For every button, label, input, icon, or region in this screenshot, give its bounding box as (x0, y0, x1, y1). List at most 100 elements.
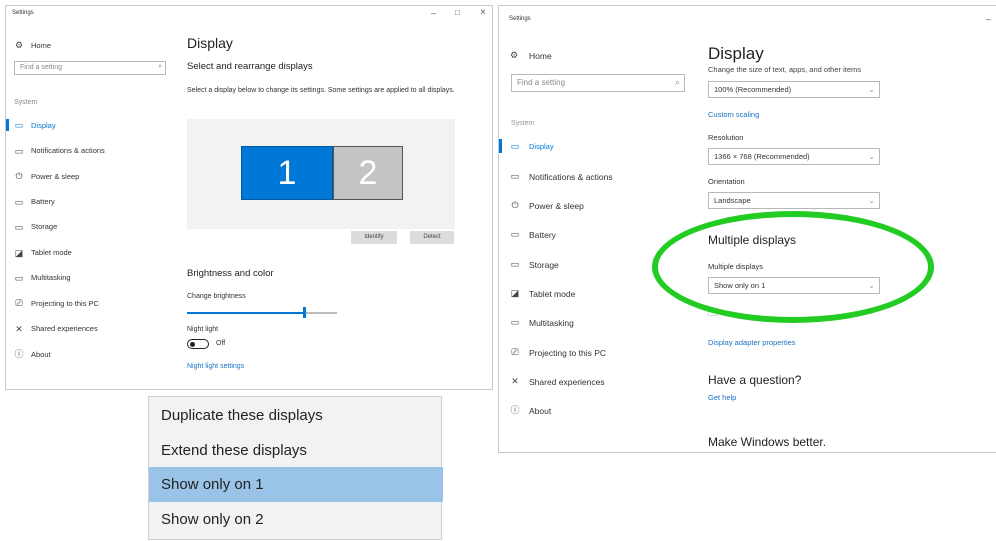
orientation-select[interactable]: Landscape ⌄ (708, 192, 880, 209)
power-icon: ⏻ (15, 171, 23, 181)
resolution-label: Resolution (708, 133, 744, 142)
sidebar-section-label: System (14, 99, 38, 106)
sidebar-item-battery[interactable]: Battery (31, 197, 55, 206)
sidebar-item-notifications[interactable]: Notifications & actions (31, 146, 105, 155)
night-light-label: Night light (187, 326, 219, 333)
sidebar-item-power[interactable]: Power & sleep (31, 172, 79, 181)
brightness-slider[interactable] (187, 307, 337, 318)
search-input[interactable]: Find a setting ⌕ (511, 74, 685, 92)
sidebar-item-about[interactable]: About (529, 406, 551, 416)
shared-icon: ✕ (511, 376, 519, 386)
sidebar-home[interactable]: Home (31, 41, 51, 50)
home-icon: ⚙ (509, 50, 519, 60)
chevron-down-icon: ⌄ (868, 85, 875, 94)
sidebar-item-projecting[interactable]: Projecting to this PC (31, 299, 99, 308)
identify-button[interactable]: Identify (351, 231, 397, 244)
detect-button[interactable]: Detect (410, 231, 454, 244)
sidebar-selection-bar (6, 119, 9, 131)
sidebar-item-shared[interactable]: Shared experiences (31, 324, 98, 333)
power-icon: ⏻ (511, 200, 519, 210)
sidebar-item-projecting[interactable]: Projecting to this PC (529, 348, 606, 358)
tablet-icon: ◪ (510, 288, 520, 298)
search-icon: ⌕ (674, 77, 680, 87)
minimize-button[interactable]: – (431, 8, 436, 18)
battery-icon: ▭ (14, 197, 24, 207)
search-input[interactable]: Find a setting ⌕ (14, 61, 166, 75)
sidebar-item-multitasking[interactable]: Multitasking (529, 318, 574, 328)
multiple-displays-dropdown-menu: Duplicate these displays Extend these di… (148, 396, 443, 540)
chevron-down-icon: ⌄ (868, 152, 875, 161)
display-description: Select a display below to change its set… (187, 87, 455, 94)
about-icon: ⓘ (510, 405, 520, 415)
multitasking-icon: ▭ (14, 273, 24, 283)
sidebar-item-tablet[interactable]: Tablet mode (31, 248, 72, 257)
search-icon: ⌕ (158, 63, 162, 70)
chevron-down-icon: ⌄ (868, 196, 875, 205)
notifications-icon: ▭ (14, 146, 24, 156)
monitor-1-label: 1 (277, 154, 297, 192)
left-settings-window: Settings – □ × ⚙ Home Find a setting ⌕ S… (5, 5, 493, 390)
menu-item-duplicate[interactable]: Duplicate these displays (149, 398, 443, 433)
maximize-button[interactable]: □ (455, 8, 460, 17)
sidebar-home[interactable]: Home (529, 51, 552, 61)
sidebar-item-storage[interactable]: Storage (529, 260, 559, 270)
brightness-slider-thumb[interactable] (303, 307, 306, 318)
close-button[interactable]: × (480, 7, 486, 18)
monitor-2-label: 2 (358, 154, 378, 192)
projecting-icon: ⎚ (511, 347, 519, 357)
shared-icon: ✕ (15, 324, 23, 334)
night-light-toggle[interactable] (187, 339, 209, 349)
home-icon: ⚙ (14, 40, 24, 50)
custom-scaling-link[interactable]: Custom scaling (708, 110, 759, 119)
sidebar-selection-bar (499, 139, 502, 153)
sidebar-item-multitasking[interactable]: Multitasking (31, 273, 71, 282)
right-settings-window: Settings – ⚙ Home Find a setting ⌕ Syste… (498, 5, 996, 453)
scale-label: Change the size of text, apps, and other… (708, 66, 862, 74)
brightness-label: Change brightness (187, 293, 246, 300)
question-heading: Have a question? (708, 373, 802, 387)
monitor-icon: ▭ (14, 120, 24, 130)
page-title: Display (708, 44, 764, 63)
monitor-1[interactable]: 1 (241, 146, 333, 200)
make-windows-better-heading: Make Windows better. (708, 435, 827, 449)
sidebar-item-tablet[interactable]: Tablet mode (529, 289, 575, 299)
sidebar-item-storage[interactable]: Storage (31, 222, 57, 231)
about-icon: ⓘ (14, 349, 24, 359)
brightness-heading: Brightness and color (187, 268, 274, 279)
display-adapter-properties-link[interactable]: Display adapter properties (708, 338, 796, 347)
sidebar-section-label: System (511, 120, 535, 127)
notifications-icon: ▭ (510, 171, 520, 181)
menu-item-show-only-1[interactable]: Show only on 1 (149, 467, 443, 502)
brightness-slider-fill (187, 312, 304, 314)
scale-select[interactable]: 100% (Recommended) ⌄ (708, 81, 880, 98)
sidebar-item-notifications[interactable]: Notifications & actions (529, 172, 613, 182)
sidebar-item-shared[interactable]: Shared experiences (529, 377, 605, 387)
highlight-ellipse (652, 211, 934, 323)
monitor-icon: ▭ (510, 141, 520, 151)
sidebar-item-display[interactable]: Display (529, 142, 554, 151)
page-title: Display (187, 35, 233, 51)
minimize-button[interactable]: – (986, 14, 991, 24)
menu-item-extend[interactable]: Extend these displays (149, 433, 443, 468)
get-help-link[interactable]: Get help (708, 393, 736, 402)
window-title: Settings (509, 16, 531, 22)
sidebar-item-display[interactable]: Display (31, 121, 56, 130)
battery-icon: ▭ (510, 229, 520, 239)
tablet-icon: ◪ (14, 248, 24, 258)
orientation-label: Orientation (708, 177, 745, 186)
storage-icon: ▭ (510, 259, 520, 269)
sidebar-item-battery[interactable]: Battery (529, 230, 556, 240)
section-subtitle: Select and rearrange displays (187, 61, 313, 72)
monitor-2[interactable]: 2 (333, 146, 403, 200)
multitasking-icon: ▭ (510, 317, 520, 327)
sidebar-item-about[interactable]: About (31, 350, 51, 359)
menu-item-show-only-2[interactable]: Show only on 2 (149, 502, 443, 537)
projecting-icon: ⎚ (15, 298, 23, 308)
resolution-select[interactable]: 1366 × 768 (Recommended) ⌄ (708, 148, 880, 165)
night-light-settings-link[interactable]: Night light settings (187, 363, 244, 370)
toggle-knob (190, 341, 195, 347)
window-title: Settings (12, 10, 34, 16)
storage-icon: ▭ (14, 222, 24, 232)
sidebar-item-power[interactable]: Power & sleep (529, 201, 584, 211)
night-light-state: Off (216, 340, 226, 347)
